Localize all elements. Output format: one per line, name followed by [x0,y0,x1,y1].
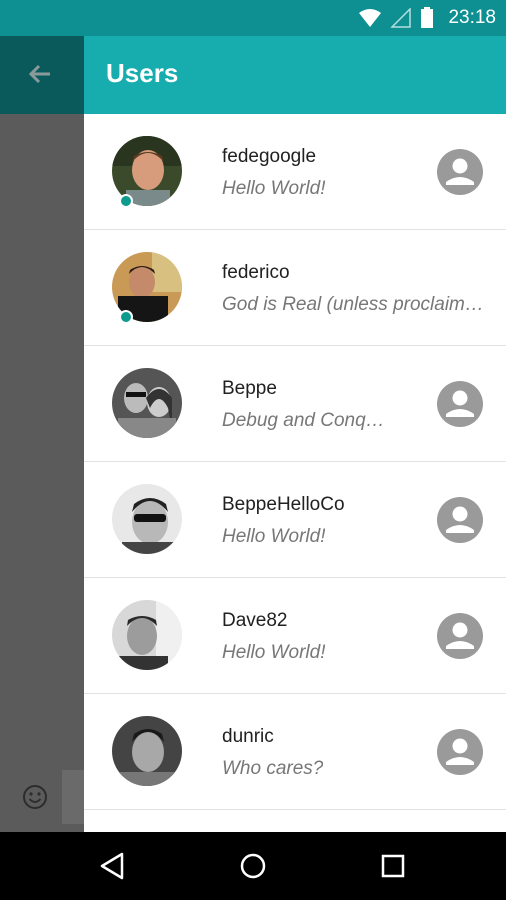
account-circle-icon[interactable] [436,148,484,196]
user-name: dunric [222,726,274,747]
battery-icon [421,7,434,28]
list-item[interactable]: fedegoogle Hello World! [84,114,506,230]
back-arrow-icon[interactable] [24,58,56,90]
drawer-header: Users [84,36,506,114]
list-item[interactable]: Dave82 Hello World! [84,578,506,694]
clock: 23:18 [448,7,496,28]
avatar [112,368,182,438]
message-input[interactable] [62,770,84,824]
account-circle-icon[interactable] [436,612,484,660]
avatar [112,484,182,554]
user-status: Hello World! [222,526,326,547]
drawer-title: Users [106,58,179,88]
user-name: Dave82 [222,610,288,631]
signal-icon [390,8,412,28]
users-drawer: Users fedegoogle Hello World! federico G… [84,36,506,832]
list-item[interactable]: Beppe Debug and Conquer [84,346,506,462]
nav-home-icon[interactable] [235,848,271,884]
online-indicator [119,310,133,324]
user-status: Who cares? [222,758,324,779]
user-name: BeppeHelloCo [222,494,345,515]
wifi-icon [359,9,382,27]
account-circle-icon[interactable] [436,728,484,776]
avatar [112,600,182,670]
background-toolbar [0,36,84,114]
account-circle-icon[interactable] [436,496,484,544]
account-circle-icon[interactable] [436,380,484,428]
list-item[interactable]: BeppeHelloCo Hello World! [84,462,506,578]
list-item[interactable]: dunric Who cares? [84,694,506,810]
smiley-icon[interactable] [22,784,48,810]
user-status: Debug and Conquer [222,410,390,431]
user-name: federico [222,262,290,283]
online-indicator [119,194,133,208]
nav-back-icon[interactable] [94,848,130,884]
navigation-bar [0,832,506,900]
user-name: Beppe [222,378,277,399]
user-list: fedegoogle Hello World! federico God is … [84,114,506,810]
list-item[interactable]: federico God is Real (unless proclaimed … [84,230,506,346]
nav-recents-icon[interactable] [375,848,411,884]
user-name: fedegoogle [222,146,317,167]
user-status: Hello World! [222,642,326,663]
avatar [112,716,182,786]
user-status: Hello World! [222,178,326,199]
background-activity [0,36,84,832]
user-status: God is Real (unless proclaimed integer) [222,294,484,315]
status-bar: 23:18 [0,0,506,36]
